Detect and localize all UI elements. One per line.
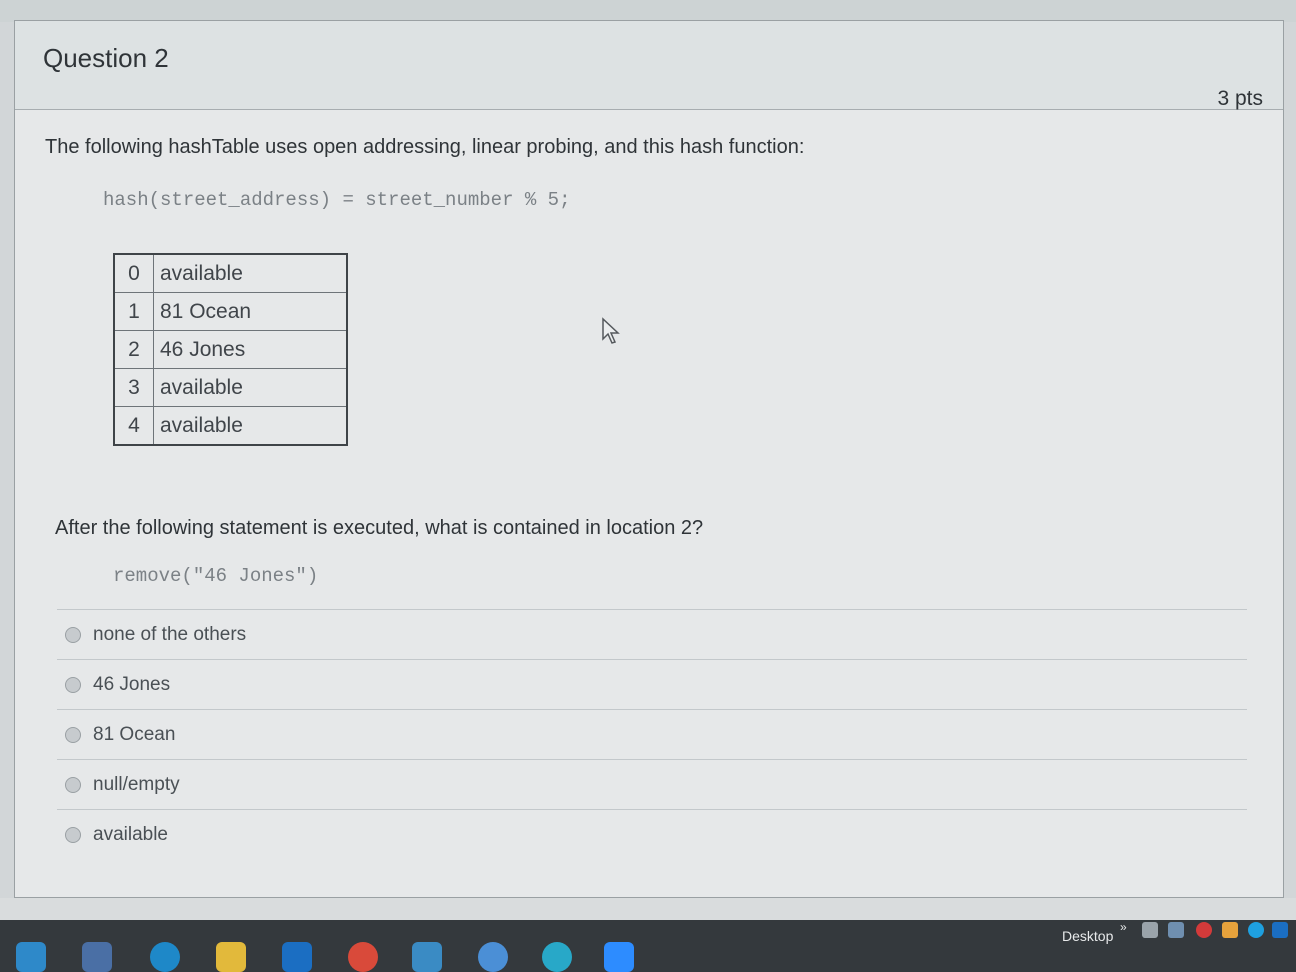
outlook-icon[interactable]: [282, 942, 312, 972]
answer-label: null/empty: [93, 773, 180, 795]
chrome-icon[interactable]: [348, 942, 378, 972]
question-title: Question 2: [43, 43, 169, 73]
chevron-icon[interactable]: »: [1120, 920, 1127, 934]
answer-option[interactable]: 81 Ocean: [57, 709, 1247, 759]
radio-button[interactable]: [65, 676, 81, 693]
outlook-tray-icon[interactable]: [1272, 922, 1288, 938]
printer-icon[interactable]: [1142, 922, 1158, 938]
desktop-gap: [0, 898, 1296, 920]
r-app-icon[interactable]: [478, 942, 508, 972]
taskbar: Desktop »: [0, 920, 1296, 972]
hash-table: 0 available 1 81 Ocean 2 46 Jones 3 avai…: [113, 253, 348, 446]
p-app-icon[interactable]: [542, 942, 572, 972]
question-prompt: The following hashTable uses open addres…: [45, 136, 805, 158]
table-value: 46 Jones: [153, 330, 348, 369]
table-row: 4 available: [113, 406, 348, 446]
browser-top-strip: [0, 0, 1296, 22]
radio-button[interactable]: [65, 826, 81, 843]
table-value: 81 Ocean: [153, 292, 348, 331]
table-index: 3: [113, 368, 154, 407]
radio-button[interactable]: [65, 776, 81, 793]
table-index: 2: [113, 330, 154, 369]
remove-statement-code: remove("46 Jones"): [113, 565, 319, 587]
answer-label: 46 Jones: [93, 673, 171, 695]
answer-label: 81 Ocean: [93, 723, 176, 745]
answer-option[interactable]: null/empty: [57, 759, 1247, 809]
radio-button[interactable]: [65, 726, 81, 743]
answer-option[interactable]: 46 Jones: [57, 659, 1247, 709]
table-value: available: [153, 368, 348, 407]
windows-start-icon[interactable]: [16, 942, 46, 972]
table-row: 0 available: [113, 253, 348, 293]
question-points: 3 pts: [1217, 87, 1263, 110]
answer-label: available: [93, 823, 168, 845]
mail-icon[interactable]: [1222, 922, 1238, 938]
table-value: available: [153, 253, 348, 293]
file-manager-icon[interactable]: [82, 942, 112, 972]
zoom-icon[interactable]: [604, 942, 634, 972]
vivaldi-icon[interactable]: [1196, 922, 1212, 938]
table-index: 0: [113, 253, 154, 293]
store-icon[interactable]: [412, 942, 442, 972]
radio-button[interactable]: [65, 626, 81, 643]
question-header: Question 2 3 pts: [15, 21, 1283, 110]
table-index: 1: [113, 292, 154, 331]
question-card: Question 2 3 pts The following hashTable…: [14, 20, 1284, 898]
answer-option[interactable]: available: [57, 809, 1247, 859]
edge-icon[interactable]: [150, 942, 180, 972]
skype-icon[interactable]: [1248, 922, 1264, 938]
answer-list: none of the others 46 Jones 81 Ocean nul…: [57, 609, 1247, 859]
desktop-toolbar-label[interactable]: Desktop: [1062, 928, 1113, 944]
answer-label: none of the others: [93, 623, 247, 645]
table-row: 3 available: [113, 368, 348, 407]
table-row: 2 46 Jones: [113, 330, 348, 369]
table-index: 4: [113, 406, 154, 446]
network-icon[interactable]: [1168, 922, 1184, 938]
table-value: available: [153, 406, 348, 446]
hash-function-code: hash(street_address) = street_number % 5…: [103, 189, 571, 211]
answer-option[interactable]: none of the others: [57, 609, 1247, 659]
mouse-cursor-icon: [602, 317, 620, 344]
followup-question: After the following statement is execute…: [55, 517, 704, 539]
folder-icon[interactable]: [216, 942, 246, 972]
table-row: 1 81 Ocean: [113, 292, 348, 331]
